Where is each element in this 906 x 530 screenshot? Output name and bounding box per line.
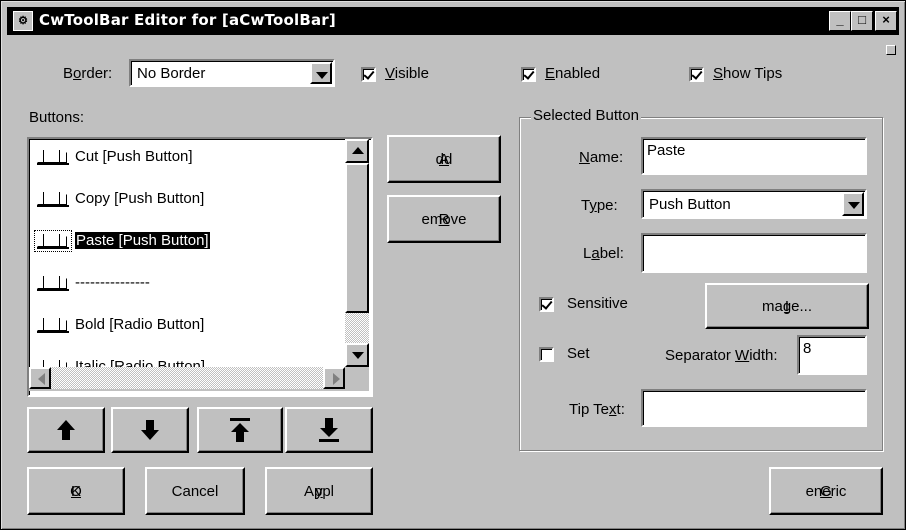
show-tips-checkbox[interactable] <box>689 67 704 82</box>
arrow-left-icon <box>38 373 45 385</box>
show-tips-label[interactable]: Show Tips <box>713 65 782 82</box>
move-to-bottom-button[interactable] <box>285 407 373 453</box>
cancel-button[interactable]: Cancel <box>145 467 245 515</box>
remove-button[interactable]: Remove <box>387 195 501 243</box>
visible-checkbox[interactable] <box>361 67 376 82</box>
close-button[interactable]: × <box>875 11 897 31</box>
toolbar-button-icon <box>37 149 69 165</box>
border-select-value: No Border <box>137 65 206 82</box>
app-icon[interactable]: ⚙ <box>13 11 33 31</box>
sensitive-label[interactable]: Sensitive <box>567 295 628 312</box>
close-icon: × <box>882 12 890 27</box>
title-bar[interactable]: ⚙ CwToolBar Editor for [aCwToolBar] _ □ … <box>7 7 899 35</box>
minimize-icon: _ <box>836 12 844 27</box>
label-input[interactable] <box>641 233 867 273</box>
resize-grip[interactable] <box>886 45 896 55</box>
arrow-to-bottom-icon <box>319 418 339 442</box>
tip-text-input[interactable] <box>641 389 867 427</box>
selected-button-group-title: Selected Button <box>531 107 641 124</box>
move-to-top-button[interactable] <box>197 407 283 453</box>
type-label: Type: <box>581 197 618 214</box>
window-title: CwToolBar Editor for [aCwToolBar] <box>39 11 336 29</box>
scroll-thumb[interactable] <box>345 163 369 313</box>
maximize-icon: □ <box>858 12 866 27</box>
scroll-corner <box>345 367 369 391</box>
name-input[interactable]: Paste <box>641 137 867 175</box>
set-label[interactable]: Set <box>567 345 590 362</box>
arrow-up-icon <box>57 420 75 440</box>
ok-button[interactable]: OK <box>27 467 125 515</box>
toolbar-button-icon <box>34 230 72 252</box>
editor-window: ⚙ CwToolBar Editor for [aCwToolBar] _ □ … <box>0 0 906 530</box>
enabled-label[interactable]: Enabled <box>545 65 600 82</box>
arrow-down-icon <box>141 420 159 440</box>
enabled-checkbox[interactable] <box>521 67 536 82</box>
buttons-label: Buttons: <box>29 109 85 126</box>
chevron-down-icon[interactable] <box>310 62 332 84</box>
scroll-track[interactable] <box>345 313 369 343</box>
toolbar-button-icon <box>37 191 69 207</box>
label-label: Label: <box>583 245 624 262</box>
toolbar-button-icon <box>37 275 69 291</box>
move-up-button[interactable] <box>27 407 105 453</box>
add-button[interactable]: Add <box>387 135 501 183</box>
scroll-left-button[interactable] <box>29 367 51 389</box>
arrow-up-icon <box>352 147 364 154</box>
scroll-down-button[interactable] <box>345 343 369 367</box>
maximize-button[interactable]: □ <box>851 11 873 31</box>
separator-width-input[interactable]: 8 <box>797 335 867 375</box>
apply-button[interactable]: Appl y <box>265 467 373 515</box>
sensitive-checkbox[interactable] <box>539 297 554 312</box>
buttons-listbox[interactable]: Cut [Push Button] Copy [Push Button] Pas… <box>27 137 373 397</box>
border-label: Border: <box>63 65 113 82</box>
name-label: Name: <box>579 149 624 166</box>
scroll-right-button[interactable] <box>323 367 345 389</box>
image-button[interactable]: Image... <box>705 283 869 329</box>
type-select-value: Push Button <box>649 196 731 213</box>
tip-text-label: Tip Text: <box>569 401 625 418</box>
toolbar-button-icon <box>37 317 69 333</box>
separator-width-label: Separator Width: <box>665 347 778 364</box>
hscroll-track[interactable] <box>51 367 323 389</box>
arrow-to-top-icon <box>230 418 250 442</box>
scroll-up-button[interactable] <box>345 139 369 163</box>
chevron-down-icon[interactable] <box>842 192 864 216</box>
generic-button[interactable]: Generic <box>769 467 883 515</box>
horizontal-scrollbar[interactable] <box>29 367 345 391</box>
border-select[interactable]: No Border <box>129 59 335 87</box>
arrow-down-icon <box>352 352 364 359</box>
visible-label[interactable]: Visible <box>385 65 429 82</box>
type-select[interactable]: Push Button <box>641 189 867 219</box>
move-down-button[interactable] <box>111 407 189 453</box>
set-checkbox[interactable] <box>539 347 554 362</box>
minimize-button[interactable]: _ <box>829 11 851 31</box>
vertical-scrollbar[interactable] <box>345 139 369 367</box>
arrow-right-icon <box>333 373 340 385</box>
